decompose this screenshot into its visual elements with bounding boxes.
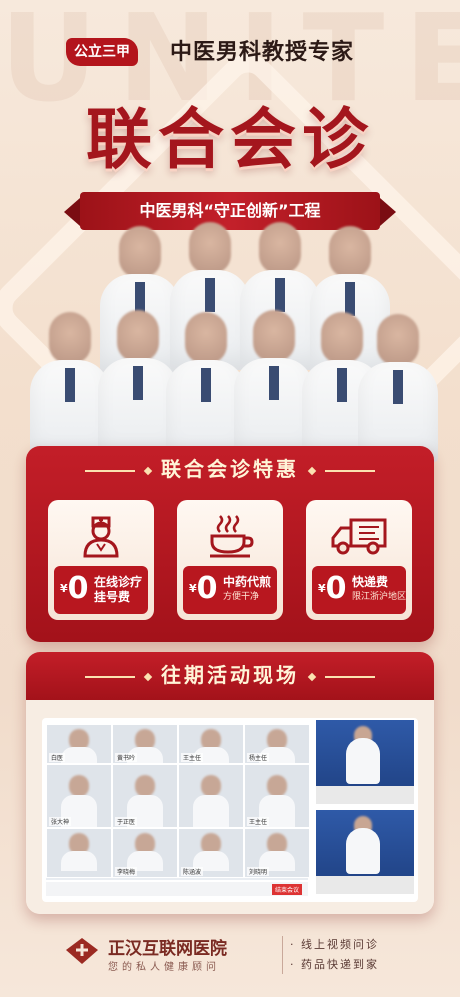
- hospital-logo-icon: [64, 936, 100, 966]
- event-photo-gallery: 白医 黄书吟 王主任 杨主任 张大神 于正医 王主任 李晓梅 陈涵波 刘晓明 结…: [42, 718, 418, 902]
- offer-price-box: ¥0 快递费 限江浙沪地区: [312, 566, 406, 614]
- video-tile: 白医: [46, 724, 112, 764]
- feature-online-consult: · 线上视频问诊: [290, 938, 379, 951]
- participant-name: 于正医: [115, 817, 138, 826]
- poster: UNITE 公立三甲 中医男科教授专家 联合会诊 中医男科“守正创新”工程 联合…: [0, 0, 460, 997]
- end-meeting-button: 结束会议: [271, 884, 302, 895]
- participant-name: 黄书吟: [115, 753, 138, 762]
- offer-title: 快递费: [352, 575, 389, 589]
- doctor-figure: [358, 314, 438, 462]
- footer-divider: [282, 936, 283, 974]
- participant-name: 刘晓明: [247, 867, 270, 876]
- offer-subtitle: 限江浙沪地区: [352, 592, 407, 602]
- video-tile: 于正医: [112, 764, 178, 828]
- video-tile: 陈涵波: [178, 828, 244, 878]
- offer-card-decoction: ¥0 中药代煎 方便干净: [177, 500, 283, 620]
- currency-symbol: ¥: [60, 582, 68, 595]
- video-tile: 刘晓明: [244, 828, 310, 878]
- offer-title: 在线诊疗: [94, 575, 143, 589]
- video-tile: [46, 828, 112, 878]
- meeting-toolbar: 结束会议: [46, 882, 308, 896]
- past-events-heading-text: 往期活动现场: [161, 663, 299, 687]
- past-events-heading: 往期活动现场: [26, 652, 434, 698]
- hospital-name: 正汉互联网医院: [108, 939, 227, 959]
- participant-name: 陈涵波: [181, 867, 204, 876]
- participant-name: 白医: [49, 753, 66, 762]
- video-tile: 杨主任: [244, 724, 310, 764]
- offer-subtitle: 方便干净: [223, 592, 260, 602]
- offer-price-box: ¥0 在线诊疗 挂号费: [54, 566, 148, 614]
- participant-name: 王主任: [181, 753, 204, 762]
- page-title: 联合会诊: [86, 100, 374, 178]
- video-conference-screenshot: 白医 黄书吟 王主任 杨主任 张大神 于正医 王主任 李晓梅 陈涵波 刘晓明: [46, 724, 310, 880]
- doctor-icon: [48, 512, 154, 560]
- header-subtitle: 中医男科教授专家: [170, 40, 355, 65]
- participant-name: 李晓梅: [115, 867, 138, 876]
- video-tile: 李晓梅: [112, 828, 178, 878]
- consultation-photo: [316, 720, 414, 804]
- offers-heading: 联合会诊特惠: [26, 446, 434, 492]
- currency-symbol: ¥: [189, 582, 197, 595]
- consultation-photo: [316, 810, 414, 894]
- currency-symbol: ¥: [318, 582, 326, 595]
- feature-delivery: · 药品快递到家: [290, 958, 379, 971]
- medicine-cup-icon: [177, 512, 283, 560]
- footer: 正汉互联网医院 您的私人健康顾问 · 线上视频问诊 · 药品快递到家: [0, 922, 460, 997]
- delivery-truck-icon: [306, 512, 412, 560]
- offer-price-box: ¥0 中药代煎 方便干净: [183, 566, 277, 614]
- video-tile: 张大神: [46, 764, 112, 828]
- offer-card-registration: ¥0 在线诊疗 挂号费: [48, 500, 154, 620]
- participant-name: 张大神: [49, 817, 72, 826]
- participant-name: 王主任: [247, 817, 270, 826]
- offer-subtitle: 挂号费: [94, 590, 131, 604]
- offers-heading-text: 联合会诊特惠: [161, 457, 299, 481]
- offer-price: 0: [325, 571, 347, 606]
- offer-card-delivery: ¥0 快递费 限江浙沪地区: [306, 500, 412, 620]
- offers-panel: 联合会诊特惠 ¥0 在线诊疗 挂号费 ¥0 中药代煎 方便干净 ¥0 快递费 限…: [26, 446, 434, 642]
- offer-title: 中药代煎: [223, 575, 272, 589]
- past-events-panel: 往期活动现场 白医 黄书吟 王主任 杨主任 张大神 于正医 王主任 李晓梅 陈涵…: [26, 652, 434, 914]
- video-tile: [178, 764, 244, 828]
- video-tile: 王主任: [244, 764, 310, 828]
- offer-price: 0: [67, 571, 89, 606]
- doctor-group-photo: [20, 222, 440, 462]
- video-tile: 黄书吟: [112, 724, 178, 764]
- hospital-level-badge: 公立三甲: [66, 38, 138, 66]
- participant-name: 杨主任: [247, 753, 270, 762]
- offer-price: 0: [196, 571, 218, 606]
- hospital-slogan: 您的私人健康顾问: [108, 962, 220, 973]
- video-tile: 王主任: [178, 724, 244, 764]
